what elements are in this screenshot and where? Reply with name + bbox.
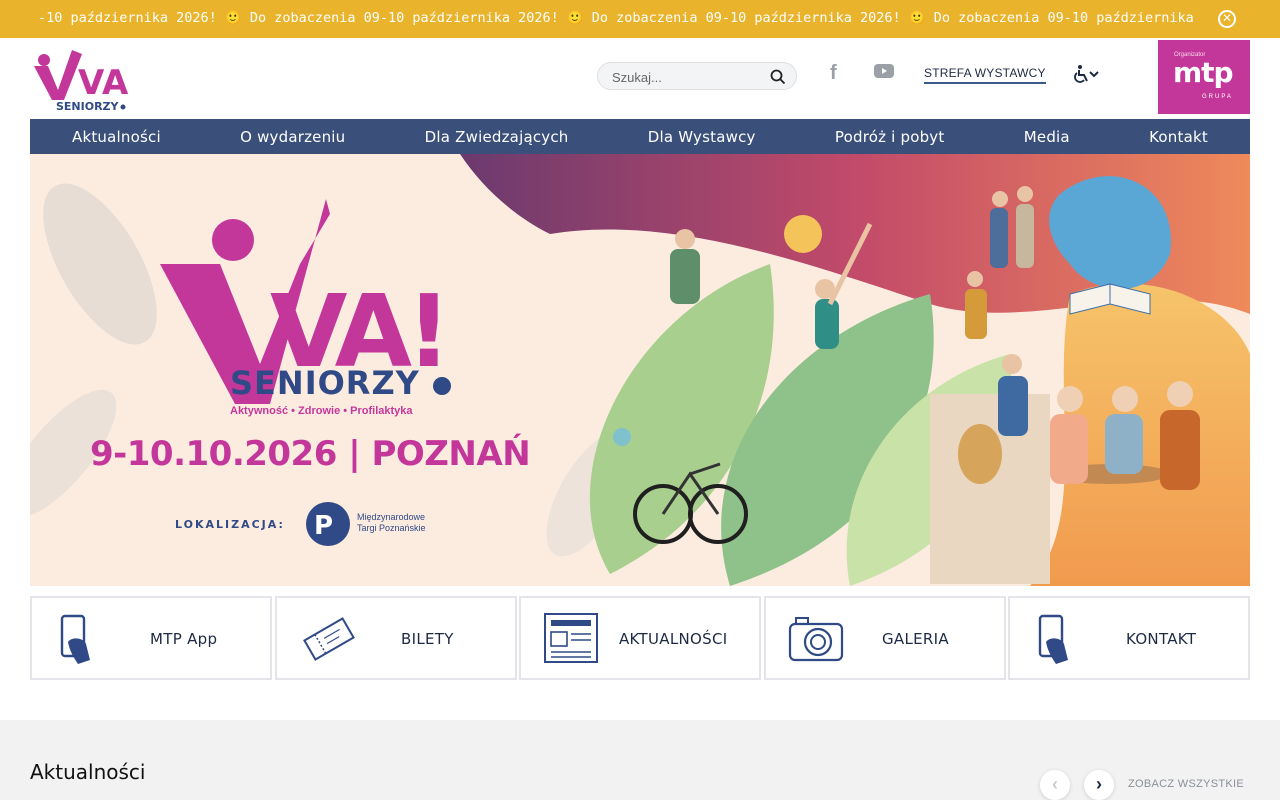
camera-icon [788,617,844,662]
hero-venue: Międzynarodowe Targi Poznańskie [357,512,426,533]
main-nav: Aktualności O wydarzeniu Dla Zwiedzający… [30,119,1250,154]
nav-item-visitors[interactable]: Dla Zwiedzających [425,128,569,146]
hero-tagline: Aktywność • Zdrowie • Profilaktyka [230,405,413,417]
svg-text:P: P [314,511,333,541]
nav-item-news[interactable]: Aktualności [72,128,161,146]
accessibility-icon[interactable] [1072,64,1100,84]
organizer-logo[interactable]: Organizator mtp GRUPA [1158,40,1250,114]
quick-links: MTP App BILETY AKTUALNOŚCI GALERIA KONTA… [30,596,1250,680]
tile-label: BILETY [401,630,454,648]
phone-hand-icon [1038,614,1068,664]
newspaper-icon [544,613,598,663]
tile-contact[interactable]: KONTAKT [1008,596,1250,680]
nav-item-contact[interactable]: Kontakt [1149,128,1208,146]
logo-sub: SENIORZY [56,100,120,112]
announcement-ticker: -10 października 2026! 🙂 Do zobaczenia 0… [0,0,1280,38]
close-icon[interactable]: ✕ [1218,10,1236,28]
tile-tickets[interactable]: BILETY [275,596,517,680]
carousel-prev-button[interactable]: ‹ [1040,770,1070,800]
tile-gallery[interactable]: GALERIA [764,596,1006,680]
tile-label: GALERIA [882,630,949,648]
tile-mtp-app[interactable]: MTP App [30,596,272,680]
tile-label: MTP App [150,630,218,648]
see-all-link[interactable]: ZOBACZ WSZYSTKIE [1128,778,1244,790]
nav-item-about[interactable]: O wydarzeniu [240,128,345,146]
youtube-icon[interactable] [874,64,894,78]
hero-seniorzy: SENIORZY [230,364,420,402]
search-icon[interactable] [770,69,786,85]
tile-label: AKTUALNOŚCI [619,630,728,648]
hero-location-label: LOKALIZACJA: [175,518,285,531]
tile-news[interactable]: AKTUALNOŚCI [519,596,761,680]
search-input[interactable] [612,68,762,86]
nav-item-media[interactable]: Media [1024,128,1070,146]
nav-item-exhibitors[interactable]: Dla Wystawcy [648,128,756,146]
hero-banner[interactable]: VA! P SENIORZY Aktywność • Zdrowie • Pro… [30,154,1250,586]
exhibitor-zone-link[interactable]: STREFA WYSTAWCY [924,66,1046,84]
svg-text:VA!: VA! [78,63,132,103]
search-box [597,62,797,90]
facebook-icon[interactable]: f [830,62,844,84]
nav-item-travel[interactable]: Podróż i pobyt [835,128,945,146]
hero-date-place: 9-10.10.2026 | POZNAŃ [90,434,531,474]
site-header: VA! SENIORZY f STREFA WYSTAWCY Organizat… [0,38,1280,118]
site-logo[interactable]: VA! SENIORZY [32,44,144,113]
ticket-icon [303,617,355,661]
chevron-down-icon [1089,71,1099,78]
phone-hand-icon [60,614,90,664]
carousel-next-button[interactable]: › [1084,770,1114,800]
ticker-text: -10 października 2026! 🙂 Do zobaczenia 0… [38,10,1200,26]
news-section: Aktualności ‹ › ZOBACZ WSZYSTKIE [0,720,1280,800]
tile-label: KONTAKT [1126,630,1197,648]
section-title: Aktualności [30,760,146,784]
